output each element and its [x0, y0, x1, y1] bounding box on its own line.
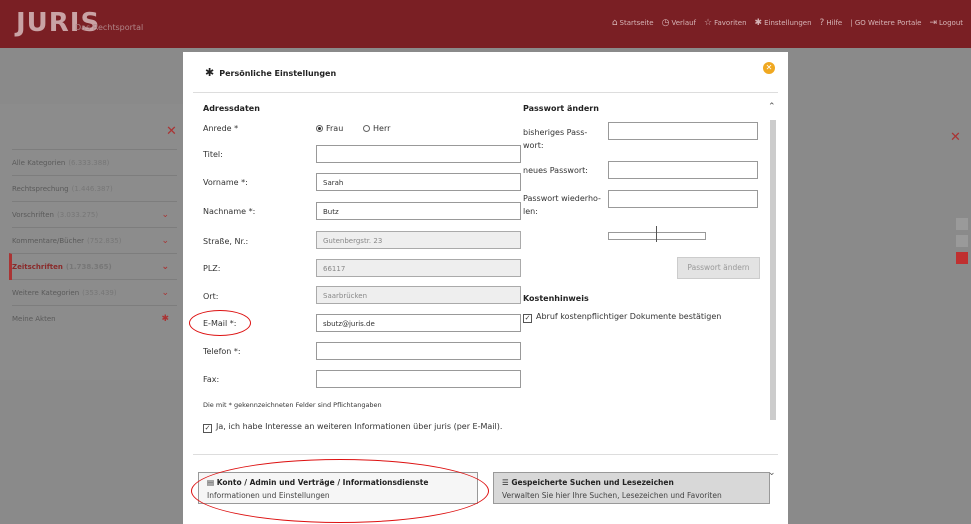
radio-herr[interactable]: Herr [363, 124, 390, 133]
list-icon: ☰ [502, 478, 512, 487]
radio-frau-dot[interactable] [316, 125, 323, 132]
tile-subtitle: Verwalten Sie hier Ihre Suchen, Lesezeic… [502, 491, 722, 500]
chevron-down-icon[interactable]: ⌄ [161, 202, 169, 228]
highlight-ellipse-email [189, 310, 251, 336]
tile-title: ☰ Gespeicherte Suchen und Lesezeichen [502, 478, 674, 487]
radio-frau[interactable]: Frau [316, 124, 343, 133]
phone-label: Telefon *: [203, 347, 241, 356]
topnav-item[interactable]: | GO Weitere Portale [850, 19, 921, 27]
category-sidebar: ✕ Alle Kategorien (6.333.388) Rechtsprechu… [0, 104, 183, 380]
new-password-label: neues Passwort: [523, 166, 588, 175]
logout-icon: ⇥ [929, 18, 938, 28]
gear-icon[interactable]: ✱ [161, 306, 169, 332]
topnav-item[interactable]: ☆ Favoriten [704, 18, 747, 28]
firstname-field[interactable]: Sarah [316, 173, 521, 191]
list-icon[interactable] [956, 235, 968, 247]
phone-field[interactable] [316, 342, 521, 360]
sidebar-item[interactable]: Zeitschriften (1.738.365) ⌄ [9, 253, 177, 280]
divider [193, 454, 778, 455]
dialog-scrollbar[interactable]: ⌃ ⌄ [768, 102, 778, 482]
gear-icon: ✱ [754, 18, 763, 28]
topnav-item[interactable]: ✱ Einstellungen [755, 18, 812, 28]
title-field[interactable] [316, 145, 521, 163]
close-sidebar-icon[interactable]: ✕ [166, 124, 177, 139]
city-field: Saarbrücken [316, 286, 521, 304]
password-strength-marker [656, 226, 657, 242]
old-password-label: bisheriges Pass-wort: [523, 128, 588, 150]
old-password-field[interactable] [608, 122, 758, 140]
salutation-label: Anrede * [203, 124, 239, 133]
newsletter-checkbox[interactable]: ✓ [203, 424, 212, 433]
top-bar: JURIS Das Rechtsportal ⌂ Startseite ◷ Verla… [0, 0, 971, 48]
lastname-label: Nachname *: [203, 207, 256, 216]
scroll-up-icon[interactable]: ⌃ [768, 102, 776, 112]
sidebar-item[interactable]: Weitere Kategorien (353.439) ⌄ [12, 279, 177, 306]
change-password-button[interactable]: Passwort ändern [677, 257, 760, 279]
required-hint: Die mit * gekennzeichneten Felder sind P… [203, 401, 382, 409]
topnav-item[interactable]: ◷ Verlauf [662, 18, 696, 28]
newsletter-option[interactable]: ✓ Ja, ich habe Interesse an weiteren Info… [203, 422, 502, 433]
sidebar-item[interactable]: Kommentare/Bücher (752.835) ⌄ [12, 227, 177, 254]
sidebar-item[interactable]: Alle Kategorien (6.333.388) [12, 149, 177, 176]
lastname-field[interactable]: Butz [316, 202, 521, 220]
scroll-thumb[interactable] [770, 120, 776, 420]
dialog-title: ✱ Persönliche Einstellungen [205, 66, 337, 79]
topnav-item[interactable]: ⌂ Startseite [612, 18, 654, 28]
saved-searches-tile[interactable]: ☰ Gespeicherte Suchen und Lesezeichen Ve… [493, 472, 770, 504]
home-icon: ⌂ [611, 18, 618, 28]
divider [193, 92, 778, 93]
radio-herr-dot[interactable] [363, 125, 370, 132]
street-label: Straße, Nr.: [203, 237, 249, 246]
email-field[interactable]: sbutz@juris.de [316, 314, 521, 332]
right-toolbar [956, 218, 971, 269]
firstname-label: Vorname *: [203, 178, 248, 187]
fax-field[interactable] [316, 370, 521, 388]
fax-label: Fax: [203, 375, 220, 384]
print-icon[interactable] [956, 218, 968, 230]
star-icon: ☆ [704, 18, 713, 28]
password-strength-bar [608, 232, 706, 240]
repeat-password-label: Passwort wiederho-len: [523, 194, 601, 216]
chevron-down-icon[interactable]: ⌄ [161, 228, 169, 254]
chevron-down-icon[interactable]: ⌄ [161, 254, 169, 280]
password-heading: Passwort ändern [523, 104, 599, 113]
repeat-password-field[interactable] [608, 190, 758, 208]
zip-label: PLZ: [203, 264, 221, 273]
gear-icon: ✱ [205, 66, 215, 79]
chevron-down-icon[interactable]: ⌄ [161, 280, 169, 306]
street-field: Gutenbergstr. 23 [316, 231, 521, 249]
close-right-panel-icon[interactable]: ✕ [950, 130, 961, 145]
new-password-field[interactable] [608, 161, 758, 179]
address-heading: Adressdaten [203, 104, 260, 113]
clock-icon: ◷ [661, 18, 670, 28]
sidebar-item[interactable]: Rechtsprechung (1.446.387) [12, 175, 177, 202]
topnav-item[interactable]: ⇥ Logout [929, 18, 963, 28]
zip-field: 66117 [316, 259, 521, 277]
close-dialog-button[interactable]: ✕ [763, 62, 775, 74]
feedback-icon[interactable] [956, 252, 968, 264]
sidebar-item[interactable]: Meine Akten ✱ [12, 305, 177, 332]
sidebar-item[interactable]: Vorschriften (3.033.275) ⌄ [12, 201, 177, 228]
settings-dialog: ✱ Persönliche Einstellungen ✕ Adressdaten… [183, 52, 788, 524]
title-label: Titel: [203, 150, 223, 159]
costs-option[interactable]: ✓ Abruf kostenpflichtiger Dokumente bestä… [523, 312, 721, 323]
topnav-item[interactable]: ? Hilfe [820, 18, 843, 28]
logo-subtitle: Das Rechtsportal [75, 23, 144, 32]
costs-heading: Kostenhinweis [523, 294, 589, 303]
help-icon: ? [819, 18, 825, 28]
highlight-ellipse-tile [191, 459, 489, 523]
city-label: Ort: [203, 292, 219, 301]
top-navigation: ⌂ Startseite ◷ Verlauf ☆ Favoriten ✱ Einstellun… [612, 18, 963, 28]
costs-checkbox[interactable]: ✓ [523, 314, 532, 323]
